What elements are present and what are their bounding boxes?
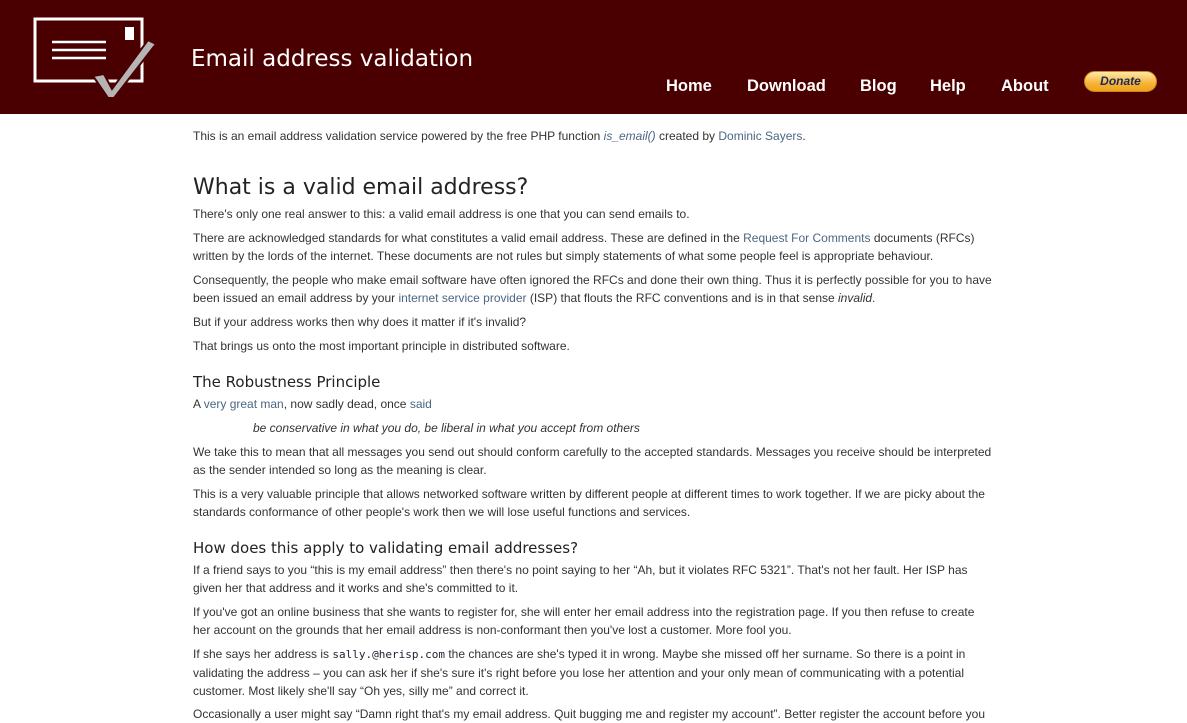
paragraph: But if your address works then why does … [193, 315, 527, 329]
paragraph-text: , now sadly dead, once [283, 397, 410, 411]
paragraph: A very great man, now sadly dead, once s… [193, 395, 993, 413]
site-header: Email address validation Home Download B… [0, 0, 1187, 114]
paragraph: That brings us onto the most important p… [193, 339, 570, 353]
paragraph-text: If she says her address is [193, 647, 333, 661]
intro-text: This is an email address validation serv… [193, 129, 604, 143]
isp-link[interactable]: internet service provider [398, 291, 526, 305]
nav-home[interactable]: Home [666, 77, 712, 96]
nav-about[interactable]: About [1001, 77, 1049, 96]
paragraph: If you've got an online business that sh… [193, 605, 975, 637]
intro-text: . [802, 129, 806, 143]
paragraph-text: There are acknowledged standards for wha… [193, 231, 744, 245]
paragraph: We take this to mean that all messages y… [193, 445, 992, 477]
paragraph: There's only one real answer to this: a … [193, 207, 690, 221]
intro-text: created by [655, 129, 719, 143]
paragraph: There are acknowledged standards for wha… [193, 229, 993, 265]
paragraph-text: A [193, 397, 204, 411]
section-heading-applying: How does this apply to validating email … [193, 539, 579, 557]
example-address: sally.@herisp.com [332, 648, 445, 661]
paragraph: Consequently, the people who make email … [193, 271, 993, 307]
said-link[interactable]: said [410, 397, 432, 411]
paragraph: Occasionally a user might say “Damn righ… [193, 707, 985, 721]
envelope-checkmark-icon[interactable] [30, 14, 160, 102]
paragraph: If a friend says to you “this is my emai… [193, 563, 968, 595]
author-link[interactable]: Dominic Sayers [718, 129, 802, 143]
great-man-link[interactable]: very great man [204, 397, 284, 411]
section-heading-valid: What is a valid email address? [193, 175, 529, 200]
paragraph: If she says her address is sally.@herisp… [193, 645, 993, 700]
paragraph: This is a very valuable principle that a… [193, 487, 985, 519]
nav-help[interactable]: Help [930, 77, 966, 96]
intro-paragraph: This is an email address validation serv… [193, 127, 993, 145]
nav-download[interactable]: Download [747, 77, 826, 96]
rfc-link[interactable]: Request For Comments [743, 231, 870, 245]
paragraph-text: (ISP) that flouts the RFC conventions an… [526, 291, 839, 305]
robustness-quote: be conservative in what you do, be liber… [253, 421, 640, 435]
donate-button[interactable]: Donate [1084, 71, 1157, 92]
nav-blog[interactable]: Blog [860, 77, 897, 96]
site-title: Email address validation [191, 46, 474, 72]
is-email-link[interactable]: is_email() [604, 129, 656, 143]
section-heading-robustness: The Robustness Principle [193, 373, 381, 391]
paragraph-text: . [872, 291, 876, 305]
emphasis-invalid: invalid [838, 291, 873, 305]
